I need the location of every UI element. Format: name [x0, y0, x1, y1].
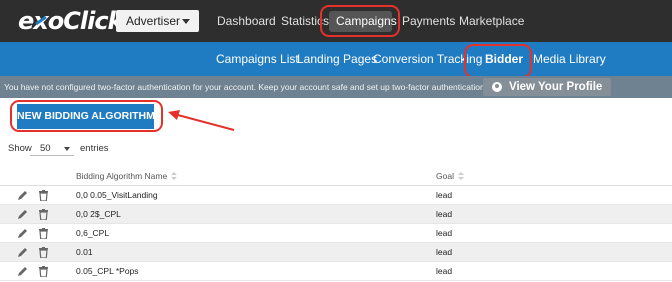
nav-dashboard[interactable]: Dashboard [217, 0, 276, 42]
table-row: 0.01 lead [0, 243, 672, 262]
algorithm-name[interactable]: 0,0 0.05_VisitLanding [76, 186, 158, 205]
trash-icon[interactable] [39, 209, 48, 220]
trash-icon[interactable] [39, 190, 48, 201]
algorithm-goal: lead [436, 247, 453, 257]
nav-marketplace[interactable]: Marketplace [459, 0, 524, 42]
table-header: Bidding Algorithm Name Goal [0, 166, 672, 186]
alert-message: You have not configured two-factor authe… [4, 82, 505, 92]
table-row: 0,0 0.05_VisitLanding lead [0, 186, 672, 205]
column-header-goal[interactable]: Goal [436, 166, 464, 186]
algorithm-goal: lead [436, 266, 453, 276]
button-highlight-box [10, 100, 163, 132]
page-size-select[interactable]: 50 [30, 142, 74, 156]
chevron-down-icon [182, 19, 190, 24]
entries-label: entries [80, 143, 109, 154]
algorithm-goal: lead [436, 190, 453, 200]
subnav-campaigns-list[interactable]: Campaigns List [216, 42, 299, 76]
account-role-select[interactable]: Advertiser [116, 10, 199, 32]
subnav-media-library[interactable]: Media Library [533, 42, 606, 76]
page-size-value: 50 [40, 143, 51, 154]
column-header-name-label: Bidding Algorithm Name [76, 171, 168, 181]
algorithm-name[interactable]: 0,6_CPL [76, 224, 109, 243]
view-profile-button[interactable]: View Your Profile [483, 78, 611, 96]
algorithm-name[interactable]: 0.05_CPL *Pops [76, 262, 139, 281]
view-profile-label: View Your Profile [509, 81, 603, 93]
algorithm-goal: lead [436, 209, 453, 219]
user-circle-icon [492, 82, 502, 92]
algorithm-goal: lead [436, 228, 453, 238]
column-header-name[interactable]: Bidding Algorithm Name [76, 166, 178, 186]
sort-icon [457, 172, 464, 181]
two-factor-alert: You have not configured two-factor authe… [0, 76, 672, 98]
pencil-icon[interactable] [17, 247, 28, 258]
account-role-value: Advertiser [126, 14, 181, 28]
top-navbar: exoClick Advertiser Dashboard Statistics… [0, 0, 672, 42]
bidder-highlight-box [464, 44, 532, 78]
nav-payments[interactable]: Payments [402, 0, 455, 42]
pencil-icon[interactable] [17, 266, 28, 277]
trash-icon[interactable] [39, 247, 48, 258]
algorithm-name[interactable]: 0,0 2$_CPL [76, 205, 121, 224]
algorithm-name[interactable]: 0.01 [76, 243, 93, 262]
table-row: 0,0 2$_CPL lead [0, 205, 672, 224]
pencil-icon[interactable] [17, 209, 28, 220]
sort-icon [171, 172, 178, 181]
pencil-icon[interactable] [17, 228, 28, 239]
trash-icon[interactable] [39, 266, 48, 277]
table-row: 0,6_CPL lead [0, 224, 672, 243]
campaigns-highlight-box [320, 5, 400, 37]
chevron-down-icon [64, 147, 70, 151]
pencil-icon[interactable] [17, 190, 28, 201]
trash-icon[interactable] [39, 228, 48, 239]
table-row: 0.05_CPL *Pops lead [0, 262, 672, 281]
subnav-landing-pages[interactable]: Landing Pages [297, 42, 377, 76]
column-header-goal-label: Goal [436, 171, 454, 181]
annotation-arrow-icon [168, 110, 235, 131]
exoclick-logo[interactable]: exoClick [18, 6, 124, 36]
show-label: Show [8, 143, 32, 154]
sub-navbar: Campaigns List Landing Pages Conversion … [0, 42, 672, 76]
